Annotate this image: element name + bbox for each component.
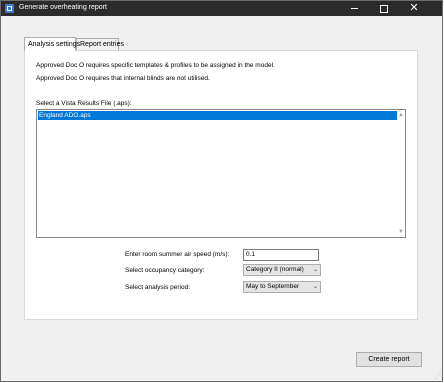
close-button[interactable]: ✕: [401, 1, 427, 16]
occupancy-selected-value: Category II (normal): [246, 266, 304, 273]
tab-analysis-settings[interactable]: Analysis settings: [24, 37, 80, 51]
results-file-label: Select a Vista Results File (.aps):: [36, 100, 132, 107]
chevron-down-icon[interactable]: ▼: [398, 229, 404, 235]
close-icon: ✕: [409, 2, 419, 14]
chevron-down-icon: ⌄: [312, 267, 318, 273]
air-speed-label: Enter room summer air speed (m/s):: [125, 251, 230, 258]
list-item[interactable]: England ADO.aps: [38, 111, 398, 120]
period-select[interactable]: May to September ⌄: [243, 281, 321, 293]
maximize-icon: [380, 4, 388, 13]
results-file-list[interactable]: England ADO.aps ▲ ▼: [36, 109, 406, 238]
window-title: Generate overheating report: [19, 4, 107, 11]
title-bar[interactable]: Generate overheating report ✕: [1, 1, 442, 16]
list-scrollbar[interactable]: ▲ ▼: [397, 110, 405, 237]
resize-grip-icon[interactable]: ⋰: [435, 374, 441, 380]
minimize-icon: [350, 8, 358, 10]
period-label: Select analysis period:: [125, 284, 191, 291]
occupancy-label: Select occupancy category:: [125, 267, 205, 274]
minimize-button[interactable]: [341, 1, 367, 16]
period-selected-value: May to September: [246, 283, 300, 290]
chevron-down-icon: ⌄: [312, 284, 318, 290]
air-speed-input[interactable]: 0.1: [243, 249, 319, 261]
note-blinds: Approved Doc O requires that internal bl…: [36, 75, 210, 82]
note-templates: Approved Doc O requires specific templat…: [36, 62, 275, 69]
app-icon: [5, 4, 14, 13]
tab-report-entries[interactable]: Report entries: [76, 38, 124, 50]
maximize-button[interactable]: [371, 1, 397, 16]
occupancy-select[interactable]: Category II (normal) ⌄: [243, 264, 321, 276]
chevron-up-icon[interactable]: ▲: [398, 112, 404, 118]
create-report-button[interactable]: Create report: [356, 352, 422, 367]
